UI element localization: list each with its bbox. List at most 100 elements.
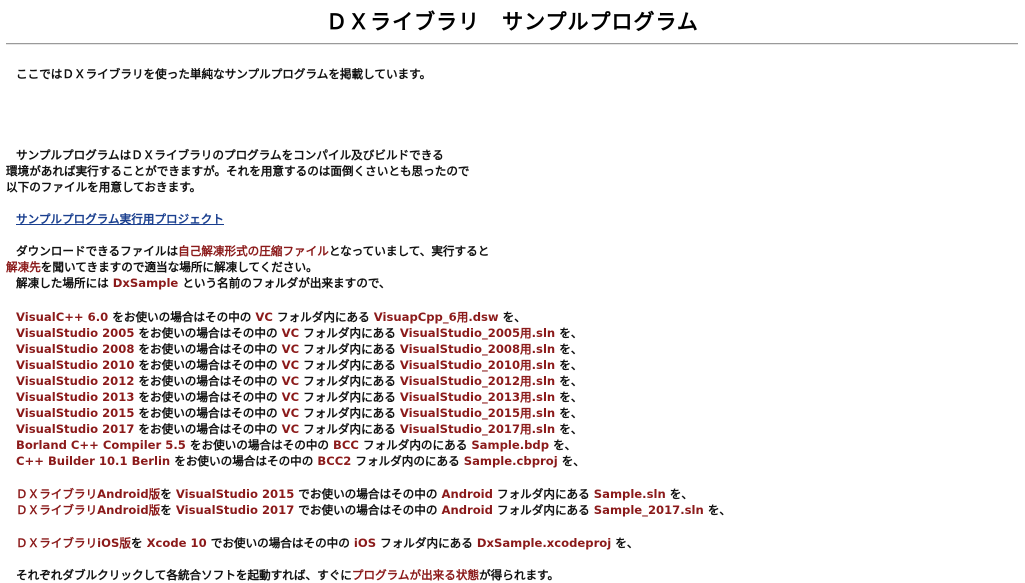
text-segment: をお使いの場合はその中の [108,310,256,324]
ide-row: VisualStudio 2015 をお使いの場合はその中の VC フォルダ内に… [16,405,582,421]
highlight-text: VisualStudio 2010 [16,358,135,372]
highlight-text: C++ Builder 10.1 Berlin [16,454,171,468]
text-segment: フォルダ内にある [299,406,400,420]
text-segment: フォルダ内にある [299,422,400,436]
text-segment: という名前のフォルダが出来ますので、 [178,276,391,290]
highlight-text: VC [281,342,300,356]
text-segment: でお使いの場合はその中の [294,503,442,517]
android-row: ＤＸライブラリAndroid版を VisualStudio 2015 でお使いの… [16,486,693,502]
highlight-text: VisualStudio 2017 [175,503,295,517]
text-segment: フォルダ内にある [299,374,400,388]
text-segment: フォルダ内にある [376,536,477,550]
text-segment: フォルダ内にある [299,358,400,372]
text-segment: フォルダ内にある [299,342,400,356]
highlight-text: BCC2 [317,454,352,468]
highlight-text: VC [281,422,300,436]
ide-row: C++ Builder 10.1 Berlin をお使いの場合はその中の BCC… [16,453,585,469]
text-segment: が得られます。 [479,568,560,582]
paragraph-line: 環境があれば実行することができますが。それを用意するのは面倒くさいとも思ったので [6,164,470,178]
highlight-text: iOS [353,536,377,550]
highlight-text: プログラムが出来る状態 [351,568,480,582]
highlight-text: VisualStudio_2013用.sln [399,390,556,404]
text-segment: をお使いの場合はその中の [134,342,282,356]
download-info-line: 解凍先を聞いてきますので適当な場所に解凍してください。 [6,259,318,275]
text-segment: でお使いの場合はその中の [294,487,442,501]
highlight-text: Borland C++ Compiler 5.5 [16,438,186,452]
highlight-text: BCC [333,438,359,452]
text-segment: フォルダ内にある [299,326,400,340]
text-segment: を、 [555,358,583,372]
text-segment: フォルダ内にある [492,487,594,501]
highlight-text: VC [281,374,300,388]
text-segment: フォルダ内にある [299,390,400,404]
ide-row: VisualStudio 2017 をお使いの場合はその中の VC フォルダ内に… [16,421,582,437]
highlight-text: VC [281,406,300,420]
highlight-text: ＤＸライブラリAndroid版 [16,503,161,517]
highlight-text: VisualStudio_2010用.sln [399,358,556,372]
text-segment: を [160,487,176,501]
text-segment: を、 [498,310,526,324]
text-segment: フォルダ内のにある [358,438,472,452]
text-segment: を、 [555,422,583,436]
text-segment: を [130,536,147,550]
text-segment: それぞれダブルクリックして各統合ソフトを起動すれば、すぐに [16,568,352,582]
highlight-text: VisualC++ 6.0 [16,310,109,324]
text-segment: をお使いの場合はその中の [134,406,282,420]
download-info-line: 解凍した場所には DxSample という名前のフォルダが出来ますので、 [16,275,391,291]
highlight-text: DxSample [112,276,179,290]
highlight-text: VisualStudio_2005用.sln [399,326,556,340]
text-segment: を、 [555,390,583,404]
paragraph-line: 以下のファイルを用意しておきます。 [6,180,202,194]
highlight-text: VisualStudio 2015 [16,406,135,420]
text-segment: を、 [555,406,583,420]
text-segment: をお使いの場合はその中の [185,438,334,452]
highlight-text: VC [255,310,273,324]
text-segment: を、 [549,438,577,452]
ide-row: VisualStudio 2012 をお使いの場合はその中の VC フォルダ内に… [16,373,582,389]
highlight-text: Android [441,487,493,501]
text-segment: を、 [555,326,583,340]
text-segment: フォルダ内にある [492,503,594,517]
highlight-text: ＤＸライブラリiOS版 [16,536,131,550]
text-segment: を、 [555,342,583,356]
highlight-text: VisualStudio_2015用.sln [399,406,556,420]
text-segment: フォルダ内にある [272,310,374,324]
highlight-text: Sample.bdp [471,438,550,452]
text-segment: をお使いの場合はその中の [134,358,282,372]
text-segment: を、 [555,374,583,388]
ide-row: VisualStudio 2008 をお使いの場合はその中の VC フォルダ内に… [16,341,582,357]
highlight-text: VisualStudio 2017 [16,422,135,436]
highlight-text: Sample.cbproj [463,454,558,468]
highlight-text: VisualStudio 2013 [16,390,135,404]
highlight-text: ＤＸライブラリAndroid版 [16,487,161,501]
text-segment: をお使いの場合はその中の [134,374,282,388]
highlight-text: VC [281,390,300,404]
highlight-text: VisuapCpp_6用.dsw [373,310,499,324]
header-divider [6,43,1018,45]
text-segment: フォルダ内のにある [351,454,464,468]
page-title: ＤＸライブラリ サンプルプログラム [326,10,699,34]
text-segment: を聞いてきますので適当な場所に解凍してください。 [40,260,318,274]
highlight-text: VC [281,326,300,340]
highlight-text: Android [441,503,493,517]
text-segment: を、 [557,454,585,468]
text-segment: をお使いの場合はその中の [134,326,282,340]
highlight-text: VC [281,358,300,372]
highlight-text: VisualStudio 2008 [16,342,135,356]
text-segment: をお使いの場合はその中の [170,454,318,468]
final-line: それぞれダブルクリックして各統合ソフトを起動すれば、すぐにプログラムが出来る状態… [16,567,559,583]
ide-row: Borland C++ Compiler 5.5 をお使いの場合はその中の BC… [16,437,576,453]
ide-row: VisualStudio 2010 をお使いの場合はその中の VC フォルダ内に… [16,357,582,373]
highlight-text: Sample_2017.sln [593,503,704,517]
ide-row: VisualStudio 2013 をお使いの場合はその中の VC フォルダ内に… [16,389,582,405]
highlight-text: VisualStudio_2012用.sln [399,374,556,388]
highlight-text: VisualStudio_2008用.sln [399,342,556,356]
highlight-text: VisualStudio 2015 [175,487,295,501]
highlight-text: VisualStudio_2017用.sln [399,422,556,436]
text-segment: をお使いの場合はその中の [134,422,282,436]
sample-project-link[interactable]: サンプルプログラム実行用プロジェクト [16,212,224,226]
highlight-text: Xcode 10 [146,536,207,550]
ide-row: VisualStudio 2005 をお使いの場合はその中の VC フォルダ内に… [16,325,582,341]
text-segment: 解凍した場所には [16,276,113,290]
text-segment: を、 [611,536,639,550]
